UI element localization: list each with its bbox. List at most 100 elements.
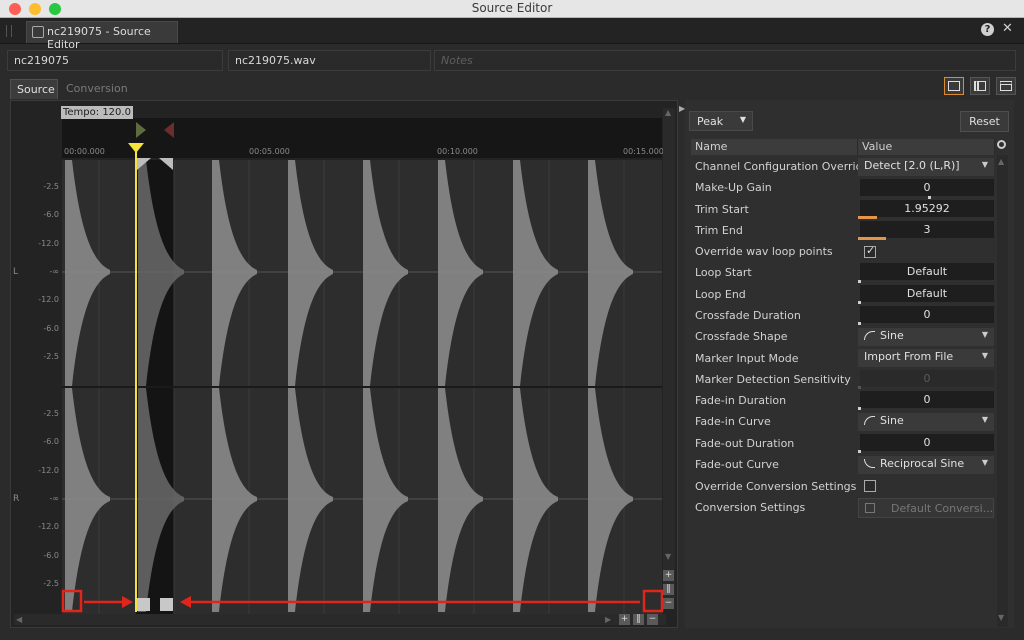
ruler-tick-1: 00:05.000 [249, 147, 290, 156]
trim-start-slider[interactable] [858, 216, 877, 219]
trim-end-field[interactable]: 3 [860, 221, 994, 238]
property-name: Trim End [695, 224, 743, 237]
slider-thumb[interactable] [858, 280, 861, 283]
scroll-down-arrow-icon[interactable]: ▼ [998, 613, 1004, 622]
chevron-down-icon: ▼ [739, 115, 746, 124]
slider-thumb[interactable] [928, 196, 931, 199]
slider-thumb[interactable] [858, 322, 861, 325]
view-mode-dropdown[interactable]: Peak ▼ [689, 111, 753, 131]
trim-end-slider[interactable] [858, 237, 886, 240]
property-name: Channel Configuration Override [695, 160, 870, 173]
chevron-down-icon: ▼ [981, 351, 988, 360]
db-label: -6.0 [43, 324, 59, 333]
close-icon[interactable]: ✕ [1002, 21, 1013, 36]
waveform-panel[interactable] [10, 100, 678, 628]
property-name: Override Conversion Settings [695, 480, 857, 493]
property-name: Override wav loop points [695, 245, 833, 258]
db-label: -∞ [49, 494, 59, 503]
property-name: Fade-in Curve [695, 415, 771, 428]
loop-start-field[interactable]: Default [860, 263, 994, 280]
channel-config-dropdown[interactable]: Detect [2.0 (L,R)] ▼ [858, 158, 994, 176]
crossfade-shape-dropdown[interactable]: Sine ▼ [858, 328, 994, 346]
scroll-up-arrow-icon[interactable]: ▲ [998, 157, 1004, 166]
slider-thumb[interactable] [858, 450, 861, 453]
tab-label: nc219075 - Source Editor [47, 25, 151, 51]
db-label: -2.5 [43, 182, 59, 191]
loop-end-field[interactable]: Default [860, 285, 994, 302]
waveform-horizontal-scrollbar[interactable]: ◀ ▶ [14, 614, 666, 625]
scroll-right-arrow-icon[interactable]: ▶ [605, 615, 611, 624]
fade-out-curve-dropdown[interactable]: Reciprocal Sine ▼ [858, 456, 994, 474]
db-label: -12.0 [38, 522, 59, 531]
chevron-down-icon: ▼ [981, 415, 988, 424]
search-icon[interactable] [997, 140, 1006, 149]
dropdown-value: Sine [880, 329, 904, 342]
trim-start-field[interactable]: 1.95292 [860, 200, 994, 217]
tab-conversion[interactable]: Conversion [60, 79, 132, 99]
split-horizontal-button[interactable] [996, 77, 1016, 95]
ruler-tick-2: 00:10.000 [437, 147, 478, 156]
dropdown-value: Detect [2.0 (L,R)] [864, 159, 960, 172]
timeline-ruler[interactable] [62, 118, 662, 158]
grip-handle-icon[interactable] [6, 25, 12, 37]
property-name: Marker Detection Sensitivity [695, 373, 851, 386]
waveform-vertical-scrollbar[interactable]: ▲ ▼ [663, 108, 675, 598]
sine-curve-icon [864, 416, 875, 425]
zoom-fit-vertical-button[interactable]: ‖ [663, 584, 674, 595]
conversion-settings-button: Default Conversi... [858, 498, 994, 518]
column-header-value[interactable]: Value [858, 139, 995, 155]
crossfade-duration-field[interactable]: 0 [860, 306, 994, 323]
db-label: -12.0 [38, 239, 59, 248]
zoom-out-horizontal-button[interactable]: − [647, 614, 658, 625]
split-horizontal-icon [1000, 81, 1012, 91]
properties-scrollbar[interactable]: ▲ ▼ [997, 155, 1008, 627]
split-vertical-icon [974, 81, 986, 91]
source-name-field[interactable]: nc219075 [7, 50, 223, 71]
scroll-down-arrow-icon[interactable]: ▼ [665, 552, 671, 561]
slider-thumb[interactable] [858, 407, 861, 410]
tab-bar: nc219075 - Source Editor ? ✕ [0, 18, 1024, 51]
fade-in-curve-dropdown[interactable]: Sine ▼ [858, 413, 994, 431]
property-name: Fade-out Curve [695, 458, 779, 471]
zoom-out-vertical-button[interactable]: − [663, 598, 674, 609]
db-label: -12.0 [38, 295, 59, 304]
column-header-name[interactable]: Name [691, 139, 858, 155]
dropdown-value: Import From File [864, 350, 954, 363]
fade-out-duration-field[interactable]: 0 [860, 434, 994, 451]
property-name: Loop End [695, 288, 746, 301]
dropdown-value: Reciprocal Sine [880, 457, 965, 470]
marker-input-mode-dropdown[interactable]: Import From File ▼ [858, 349, 994, 367]
split-vertical-button[interactable] [970, 77, 990, 95]
scroll-up-arrow-icon[interactable]: ▲ [665, 108, 671, 117]
slider-thumb [858, 386, 861, 389]
zoom-in-horizontal-button[interactable]: + [619, 614, 630, 625]
property-name: Fade-in Duration [695, 394, 787, 407]
db-label: -6.0 [43, 551, 59, 560]
override-conversion-checkbox[interactable] [864, 480, 876, 492]
view-mode-value: Peak [697, 115, 724, 128]
chevron-down-icon: ▼ [981, 330, 988, 339]
property-name: Make-Up Gain [695, 181, 772, 194]
notes-field[interactable]: Notes [434, 50, 1016, 71]
override-wav-loop-checkbox[interactable] [864, 244, 876, 258]
fade-in-duration-field[interactable]: 0 [860, 391, 994, 408]
single-view-button[interactable] [944, 77, 964, 95]
db-label: -∞ [49, 267, 59, 276]
property-name: Crossfade Duration [695, 309, 801, 322]
conversion-settings-icon [865, 503, 875, 513]
property-name: Conversion Settings [695, 501, 806, 514]
file-name-field[interactable]: nc219075.wav [228, 50, 431, 71]
help-icon[interactable]: ? [981, 23, 994, 36]
property-name: Loop Start [695, 266, 752, 279]
reset-button[interactable]: Reset [960, 111, 1009, 132]
zoom-fit-horizontal-button[interactable]: ‖ [633, 614, 644, 625]
scroll-left-arrow-icon[interactable]: ◀ [16, 615, 22, 624]
zoom-in-vertical-button[interactable]: + [663, 570, 674, 581]
db-label: -2.5 [43, 352, 59, 361]
makeup-gain-field[interactable]: 0 [860, 179, 994, 196]
slider-thumb[interactable] [858, 301, 861, 304]
property-name: Crossfade Shape [695, 330, 788, 343]
reciprocal-sine-curve-icon [864, 459, 875, 468]
tab-source-editor[interactable]: nc219075 - Source Editor [26, 21, 178, 51]
tab-source[interactable]: Source [10, 79, 58, 99]
